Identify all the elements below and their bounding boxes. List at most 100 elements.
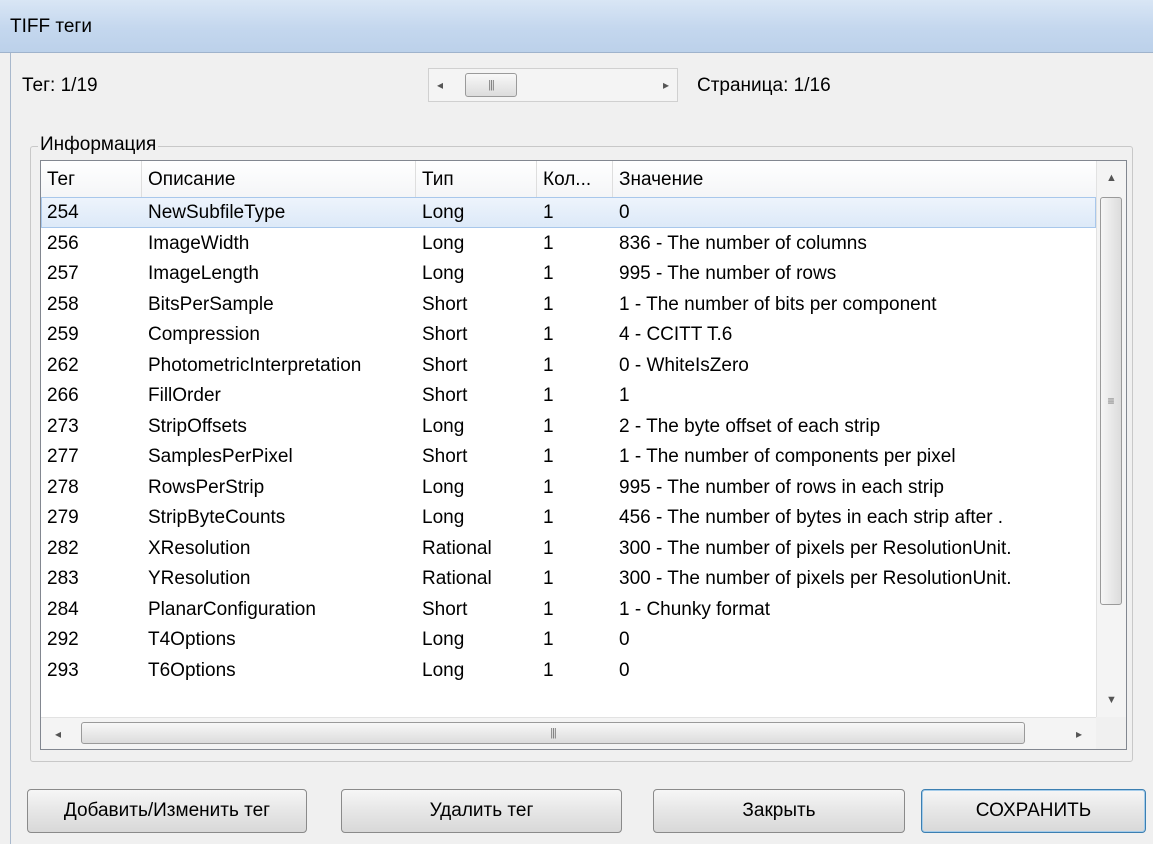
cell-type: Long (422, 476, 465, 498)
cell-tag: 279 (47, 507, 79, 528)
cell-tag: 282 (47, 537, 79, 559)
cell-type: Long (422, 629, 465, 650)
listview-vertical-scrollbar[interactable]: ▲ ≡ ▼ (1096, 161, 1126, 717)
table-row[interactable]: 257 ImageLength Long 1 995 - The number of r… (41, 258, 1096, 289)
cell-description: YResolution (148, 568, 251, 589)
cell-description: XResolution (148, 537, 251, 559)
cell-description: T6Options (148, 659, 236, 681)
cell-type: Long (422, 202, 465, 223)
cell-description: BitsPerSample (148, 293, 274, 315)
cell-tag: 259 (47, 324, 79, 345)
cell-value: 300 - The number of pixels per Resolutio… (619, 537, 1012, 559)
table-row[interactable]: 273 StripOffsets Long 1 2 - The byte offset … (41, 411, 1096, 442)
horizontal-scrollbar-thumb[interactable]: ||| (81, 722, 1025, 744)
cell-count: 1 (543, 293, 554, 315)
vertical-scrollbar-thumb[interactable]: ≡ (1100, 197, 1122, 605)
table-row[interactable]: 262 PhotometricInterpretation Short 1 0 - Wh… (41, 350, 1096, 381)
scroll-right-arrow-icon[interactable]: ▸ (1068, 718, 1090, 749)
cell-tag: 254 (47, 202, 79, 223)
table-row[interactable]: 277 SamplesPerPixel Short 1 1 - The number o… (41, 441, 1096, 472)
cell-count: 1 (543, 537, 554, 559)
page-scrollbar[interactable]: ◂ ||| ▸ (428, 68, 678, 102)
cell-value: 995 - The number of rows in each strip (619, 476, 944, 498)
table-row[interactable]: 279 StripByteCounts Long 1 456 - The number … (41, 502, 1096, 533)
cell-count: 1 (543, 659, 554, 681)
scroll-up-arrow-icon[interactable]: ▲ (1097, 161, 1126, 195)
cell-value: 1 - The number of components per pixel (619, 446, 956, 467)
add-edit-tag-button[interactable]: Добавить/Изменить тег (27, 789, 307, 833)
cell-value: 1 - Chunky format (619, 598, 770, 620)
table-row[interactable]: 254 NewSubfileType Long 1 0 (41, 197, 1096, 228)
table-row[interactable]: 258 BitsPerSample Short 1 1 - The number of … (41, 289, 1096, 320)
listview-horizontal-scrollbar[interactable]: ◂ ||| ▸ (41, 717, 1096, 749)
cell-value: 0 (619, 659, 630, 681)
cell-value: 0 (619, 629, 630, 650)
close-button[interactable]: Закрыть (653, 789, 905, 833)
scroll-left-arrow-icon[interactable]: ◂ (47, 718, 69, 749)
cell-value: 0 (619, 202, 630, 223)
cell-tag: 284 (47, 598, 79, 620)
table-row[interactable]: 284 PlanarConfiguration Short 1 1 - Chunky f… (41, 594, 1096, 625)
grip-icon: ||| (488, 79, 495, 91)
cell-type: Short (422, 354, 468, 376)
cell-count: 1 (543, 507, 554, 528)
cell-tag: 262 (47, 354, 79, 376)
table-row[interactable]: 278 RowsPerStrip Long 1 995 - The number of … (41, 472, 1096, 503)
cell-tag: 256 (47, 232, 79, 254)
cell-type: Long (422, 659, 465, 681)
cell-type: Short (422, 598, 468, 620)
cell-type: Short (422, 293, 468, 315)
cell-description: PlanarConfiguration (148, 598, 316, 620)
table-row[interactable]: 293 T6Options Long 1 0 (41, 655, 1096, 686)
cell-description: ImageWidth (148, 232, 250, 254)
cell-value: 1 - The number of bits per component (619, 293, 937, 315)
cell-description: Compression (148, 324, 260, 345)
column-header-type[interactable]: Тип (416, 161, 537, 197)
cell-tag: 257 (47, 263, 79, 284)
grip-icon: ≡ (1107, 394, 1115, 408)
scroll-left-arrow-icon[interactable]: ◂ (429, 69, 451, 101)
column-header-description[interactable]: Описание (142, 161, 416, 197)
column-header-count[interactable]: Кол... (537, 161, 613, 197)
cell-count: 1 (543, 415, 554, 437)
table-row[interactable]: 259 Compression Short 1 4 - CCITT T.6 (41, 319, 1096, 350)
scrollbar-corner (1096, 717, 1126, 749)
cell-type: Rational (422, 568, 492, 589)
cell-description: SamplesPerPixel (148, 446, 293, 467)
column-header-value[interactable]: Значение (613, 161, 1096, 197)
cell-value: 0 - WhiteIsZero (619, 354, 749, 376)
window-titlebar: TIFF теги (0, 0, 1153, 53)
cell-type: Long (422, 263, 465, 284)
delete-tag-button[interactable]: Удалить тег (341, 789, 622, 833)
cell-value: 836 - The number of columns (619, 232, 867, 254)
table-row[interactable]: 266 FillOrder Short 1 1 (41, 380, 1096, 411)
cell-description: NewSubfileType (148, 202, 286, 223)
save-button[interactable]: СОХРАНИТЬ (921, 789, 1146, 833)
table-row[interactable]: 283 YResolution Rational 1 300 - The number … (41, 563, 1096, 594)
cell-tag: 266 (47, 385, 79, 406)
cell-value: 995 - The number of rows (619, 263, 837, 284)
page-scrollbar-thumb[interactable]: ||| (465, 73, 517, 97)
cell-count: 1 (543, 629, 554, 650)
table-row[interactable]: 282 XResolution Rational 1 300 - The number … (41, 533, 1096, 564)
cell-type: Long (422, 415, 465, 437)
page-counter: Страница: 1/16 (697, 75, 831, 96)
cell-value: 4 - CCITT T.6 (619, 324, 733, 345)
cell-count: 1 (543, 202, 554, 223)
cell-count: 1 (543, 232, 554, 254)
scroll-down-arrow-icon[interactable]: ▼ (1097, 683, 1126, 717)
cell-type: Rational (422, 537, 492, 559)
cell-count: 1 (543, 446, 554, 467)
cell-description: PhotometricInterpretation (148, 354, 362, 376)
cell-count: 1 (543, 598, 554, 620)
tags-listview[interactable]: Тег Описание Тип Кол... Значение 254 NewS… (40, 160, 1127, 750)
table-row[interactable]: 292 T4Options Long 1 0 (41, 624, 1096, 655)
tag-counter: Тег: 1/19 (22, 75, 98, 96)
window-title: TIFF теги (10, 16, 92, 37)
table-row[interactable]: 256 ImageWidth Long 1 836 - The number of co… (41, 228, 1096, 259)
cell-description: ImageLength (148, 263, 259, 284)
cell-description: FillOrder (148, 385, 221, 406)
scroll-right-arrow-icon[interactable]: ▸ (655, 69, 677, 101)
column-header-tag[interactable]: Тег (41, 161, 142, 197)
cell-value: 1 (619, 385, 630, 406)
